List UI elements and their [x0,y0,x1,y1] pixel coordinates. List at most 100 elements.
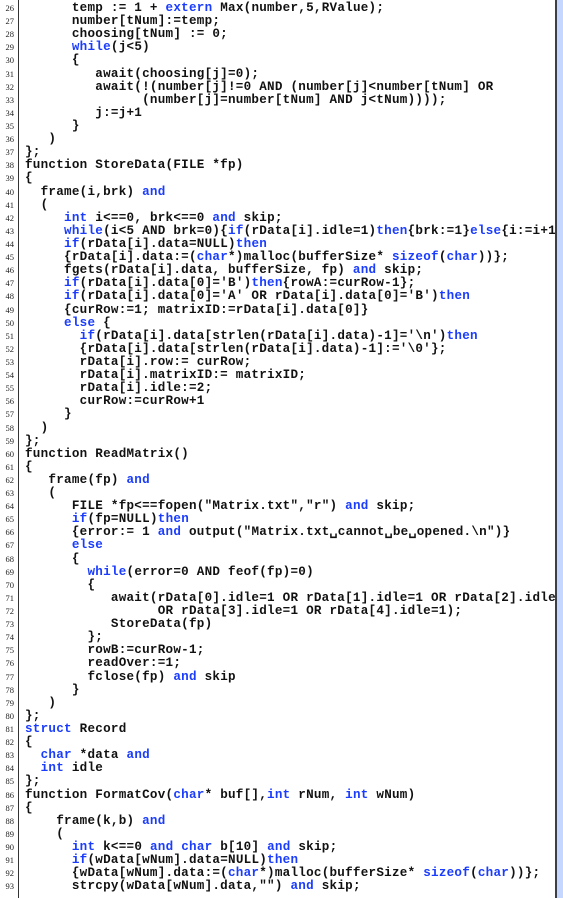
line-number: 77 [5,671,15,682]
keyword: and [212,210,236,225]
code-text: function ReadMatrix() [25,446,189,461]
code-text: if(rData[i].data[strlen(rData[i].data)-1… [79,328,478,343]
keyword: else [470,223,502,238]
code-text: fclose(fp) and skip [25,669,236,684]
line-number: 45 [5,252,15,263]
code-line: 30 { [0,54,555,67]
line-number: 30 [5,55,15,66]
code-text: {rData[i].data[strlen(rData[i].data)-1]:… [25,341,447,356]
code-line: 40 frame(i,brk) and [0,185,555,199]
code-line: 32 await(!(number[j]!=0 AND (number[j]<n… [0,79,555,94]
code-text: else { [64,315,111,330]
scrollbar-strip[interactable] [557,0,563,898]
code-text: { [25,577,96,592]
keyword: and [126,748,150,763]
code-line: 58 ) [0,421,555,435]
code-line: 87 { [0,801,555,815]
line-number: 79 [5,697,15,708]
line-number: 40 [5,186,15,197]
keyword: char [40,748,72,763]
keyword: else [64,315,96,330]
code-line: 51 if(rData[i].data[strlen(rData[i].data… [0,328,555,343]
line-number: 41 [5,199,15,210]
code-text: } [25,407,72,422]
code-text: await(choosing[j]=0); [25,66,260,81]
line-number: 56 [5,396,15,407]
keyword: int [64,210,88,225]
keyword: and [352,263,377,278]
line-number: 42 [5,212,15,223]
line-number: 26 [5,3,15,13]
line-number: 54 [5,370,15,381]
keyword: extern [165,1,213,15]
keyword: if [71,512,88,527]
code-line: 79 ) [0,695,555,710]
code-text: if(rData[i].data[0]='A' OR rData[i].data… [64,289,471,304]
keyword: and [173,669,197,684]
keyword: char [228,866,260,881]
code-line: 70 { [0,577,555,592]
code-line: 57 } [0,408,555,421]
line-number: 70 [5,579,15,590]
code-text: strcpy(wData[wNum].data,"") and skip; [25,879,361,894]
code-line: 86 function FormatCov(char* buf[],int rNu… [0,788,555,802]
code-listing: 26 temp := 1 + extern Max(number,5,RValu… [0,0,563,898]
code-line: 31 await(choosing[j]=0); [0,66,555,81]
code-line: 77 fclose(fp) and skip [0,669,555,684]
keyword: int [40,761,65,776]
keyword: if [64,276,80,291]
keyword: if [228,223,244,238]
keyword: if [79,328,96,343]
keyword: and [290,879,314,894]
line-number: 74 [5,632,15,643]
line-number: 85 [5,776,15,787]
code-line: 62 frame(fp) and [0,473,555,487]
line-number: 89 [5,828,15,839]
keyword: then [267,853,299,868]
keyword: sizeof [391,250,439,265]
keyword: char [477,866,510,881]
code-text: { [25,551,80,566]
line-number: 47 [5,278,15,289]
line-number: 81 [5,724,15,735]
line-number: 31 [5,68,15,79]
keyword: int [71,840,96,854]
keyword: if [64,289,80,304]
code-line: 43 while(i<5 AND brk=0){if(rData[i].idle… [0,223,563,238]
code-line: 59}; [0,434,555,448]
line-number: 43 [5,225,15,236]
code-line: 34 j:=j+1 [0,106,555,120]
code-text: ) [25,695,57,710]
line-number: 55 [5,383,15,394]
line-number: 49 [5,304,15,315]
code-text: else [25,539,103,552]
line-number: 52 [5,343,15,354]
line-number: 63 [5,488,15,499]
keyword: and [149,840,174,854]
code-line: 78 } [0,682,555,697]
keyword: then [438,289,471,304]
keyword: char [446,250,478,265]
line-number: 84 [5,763,15,774]
keyword: else [71,538,104,553]
code-text: await(!(number[j]!=0 AND (number[j]<numb… [25,79,494,94]
line-number: 53 [5,356,15,367]
code-text: } [25,682,80,697]
keyword: then [446,328,478,343]
keyword: sizeof [423,866,471,881]
line-number: 37 [5,147,15,158]
code-text: readOver:=1; [25,656,182,671]
line-number: 60 [5,448,15,459]
code-line: 67 else [0,539,555,552]
line-number: 29 [5,42,15,53]
keyword: then [235,236,268,251]
code-line: 61 { [0,460,555,474]
line-number: 66 [5,527,15,538]
code-line: 36 ) [0,132,555,146]
code-text: struct Record [25,722,127,737]
line-number: 71 [5,592,15,603]
keyword: and [142,813,166,828]
line-number: 93 [5,881,15,892]
line-number: 38 [5,160,15,171]
line-number: 69 [5,566,15,577]
